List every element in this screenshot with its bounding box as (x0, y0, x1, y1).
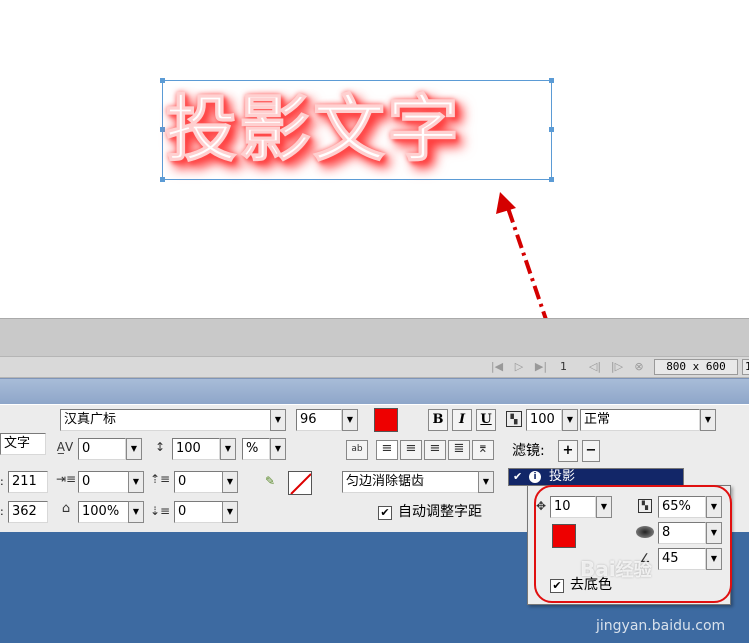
timeline-area (0, 318, 749, 360)
italic-button[interactable]: I (452, 409, 472, 431)
shadow-color-swatch[interactable] (552, 524, 576, 548)
opacity-field[interactable]: 100 (526, 409, 562, 431)
font-size-field[interactable]: 96 (296, 409, 342, 431)
leading-unit-dropdown[interactable]: ▼ (270, 438, 286, 460)
opacity-dropdown[interactable]: ▼ (562, 409, 578, 431)
app-root: 投影文字 |◀ ▷ ▶| 1 ◁| |▷ ⊗ 800 x 600 1 文字 汉真… (0, 0, 749, 643)
shadow-opacity-dropdown[interactable]: ▼ (706, 496, 722, 518)
canvas-size-overflow: 1 (742, 359, 749, 375)
play-icon[interactable]: ▷ (512, 360, 526, 374)
leading-unit-select[interactable]: % (242, 438, 270, 460)
stretch-icon[interactable]: ⌆ (472, 440, 494, 460)
stroke-color-swatch[interactable] (288, 471, 312, 495)
filter-item-label: 投影 (549, 469, 576, 484)
opacity-icon: ▚ (506, 411, 522, 427)
space-after-dropdown[interactable]: ▼ (222, 501, 238, 523)
shadow-opacity-icon: ▚ (638, 499, 652, 513)
space-before-field[interactable]: 0 (174, 471, 226, 493)
leading-dropdown[interactable]: ▼ (220, 438, 236, 460)
prev-frame-icon[interactable]: ◁| (588, 360, 602, 374)
align-center-icon[interactable]: ≡ (400, 440, 422, 460)
shadow-opacity-field[interactable]: 65% (658, 496, 706, 518)
baidu-logo: Bai经验 (580, 557, 652, 581)
softness-icon (636, 526, 654, 538)
space-before-dropdown[interactable]: ▼ (222, 471, 238, 493)
font-name-dropdown[interactable]: ▼ (270, 409, 286, 431)
add-filter-button[interactable]: + (558, 440, 578, 462)
filter-enabled-check-icon[interactable]: ✔ (513, 469, 522, 485)
remove-filter-button[interactable]: − (582, 440, 600, 462)
filter-info-icon[interactable]: i (529, 471, 541, 483)
shadow-distance-field[interactable]: 10 (550, 496, 596, 518)
antialias-select[interactable]: 匀边消除锯齿 (342, 471, 482, 493)
indent-dropdown[interactable]: ▼ (128, 471, 144, 493)
shadow-angle-field[interactable]: 45 (658, 548, 706, 570)
next-frame-icon[interactable]: |▷ (610, 360, 624, 374)
space-after-icon: ⇣≡ (150, 504, 171, 518)
align-right-icon[interactable]: ≡ (424, 440, 446, 460)
x-position-field[interactable]: 211 (8, 471, 48, 493)
leading-icon: ↕ (154, 440, 166, 454)
font-size-dropdown[interactable]: ▼ (342, 409, 358, 431)
properties-titlebar (0, 378, 749, 404)
stroke-pencil-icon: ✎ (264, 474, 276, 488)
shadow-distance-dropdown[interactable]: ▼ (596, 496, 612, 518)
kerning-icon: A̲V (56, 440, 74, 454)
watermark-url: jingyan.baidu.com (596, 618, 726, 634)
auto-kern-checkbox[interactable]: ✔ (378, 506, 392, 520)
playback-bar: |◀ ▷ ▶| 1 ◁| |▷ ⊗ 800 x 600 1 (0, 356, 749, 378)
horizontal-scale-icon: ⌂ (61, 501, 71, 516)
distance-icon: ✥ (535, 499, 547, 513)
font-name-select[interactable]: 汉真广标 (60, 409, 272, 431)
y-position-field[interactable]: 362 (8, 501, 48, 523)
filter-list[interactable]: ✔ i 投影 (508, 468, 684, 486)
indent-field[interactable]: 0 (78, 471, 132, 493)
auto-kern-label: 自动调整字距 (398, 504, 482, 520)
text-color-swatch[interactable] (374, 408, 398, 432)
horizontal-scale-dropdown[interactable]: ▼ (128, 501, 144, 523)
y-label: : (0, 505, 4, 518)
kerning-field[interactable]: 0 (78, 438, 126, 460)
filters-label: 滤镜: (512, 443, 545, 459)
bold-button[interactable]: B (428, 409, 448, 431)
x-label: : (0, 475, 4, 488)
drop-shadow-settings-popup: ✥ 10 ▼ ▚ 65% ▼ 8 ▼ ∠ 45 ▼ ✔ 去底色 (527, 485, 731, 605)
blend-mode-dropdown[interactable]: ▼ (700, 409, 716, 431)
shadow-softness-dropdown[interactable]: ▼ (706, 522, 722, 544)
justify-icon[interactable]: ≣ (448, 440, 470, 460)
align-left-icon[interactable]: ≡ (376, 440, 398, 460)
shadow-angle-dropdown[interactable]: ▼ (706, 548, 722, 570)
space-before-icon: ⇡≡ (150, 472, 171, 486)
no-stroke-icon (290, 473, 311, 494)
space-after-field[interactable]: 0 (174, 501, 226, 523)
leading-field[interactable]: 100 (172, 438, 220, 460)
layer-name-field[interactable]: 文字 (0, 433, 46, 455)
horizontal-scale-field[interactable]: 100% (78, 501, 132, 523)
knockout-checkbox[interactable]: ✔ (550, 579, 564, 593)
antialias-dropdown[interactable]: ▼ (478, 471, 494, 493)
stop-icon[interactable]: ⊗ (632, 360, 646, 374)
underline-button[interactable]: U (476, 409, 496, 431)
orientation-icon[interactable]: ab (346, 440, 368, 460)
canvas-size-readout[interactable]: 800 x 600 (654, 359, 738, 375)
last-frame-icon[interactable]: ▶| (534, 360, 548, 374)
frame-number: 1 (560, 360, 567, 373)
blend-mode-select[interactable]: 正常 (580, 409, 700, 431)
filter-item-drop-shadow[interactable]: ✔ i 投影 (509, 469, 683, 485)
indent-icon: ⇥≡ (56, 472, 77, 486)
first-frame-icon[interactable]: |◀ (490, 360, 504, 374)
kerning-dropdown[interactable]: ▼ (126, 438, 142, 460)
shadow-softness-field[interactable]: 8 (658, 522, 706, 544)
